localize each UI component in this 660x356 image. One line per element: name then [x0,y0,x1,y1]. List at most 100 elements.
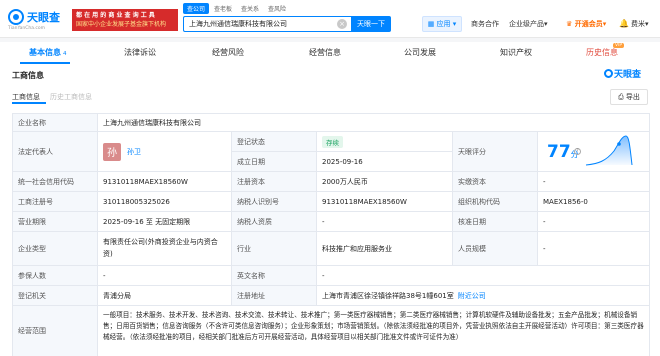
score-curve-area [586,136,632,165]
label-insured: 参保人数 [13,266,98,286]
crown-icon: ♛ [566,20,575,28]
logo-text: 天眼查 [27,11,60,24]
industry: 科技推广和应用服务业 [317,232,453,266]
tab-development[interactable]: 公司发展 [404,47,436,58]
vip-badge: VIP [613,43,625,48]
label-authority: 登记机关 [13,286,98,306]
registration-authority: 青浦分局 [98,286,232,306]
vip-label: 开通会员 [574,20,603,28]
en-name: - [317,266,650,286]
nearby-companies-link[interactable]: 附近公司 [458,291,486,301]
score-number: 77 [547,142,571,162]
apps-button[interactable]: ▦ 应用 ▾ [422,16,462,32]
label-company-type: 企业类型 [13,232,98,266]
label-legal-rep: 法定代表人 [13,132,98,172]
user-name: 费米 [631,20,645,28]
subtab-indicator [12,102,46,104]
org-code: MAEX1856-0 [538,192,650,212]
status-badge: 存续 [322,135,343,148]
chevron-down-icon: ▾ [645,20,649,28]
search-tab-relation[interactable]: 查关系 [237,3,263,14]
business-period: 2025-09-16 至 无固定期限 [98,212,232,232]
chevron-down-icon: ▾ [602,20,607,28]
logo-subtitle: TianYanCha.com [8,26,46,31]
label-industry: 行业 [232,232,317,266]
company-tabs: 基本信息 4 法律诉讼 经营风险 经营信息 公司发展 知识产权 历史信息 [0,42,660,64]
insured-count: - [98,266,232,286]
label-founded: 成立日期 [232,152,317,172]
promo-banner[interactable]: 都 在 用 的 商 业 查 询 工 具 国家中小企业发展子基金旗下机构 [72,9,178,31]
company-type: 有限责任公司(外商投资企业与内资合资) [98,232,232,266]
subtab-business-info[interactable]: 工商信息 [12,92,40,102]
credit-code: 91310118MAEX18560W [98,172,232,192]
registered-capital: 2000万人民币 [317,172,453,192]
reg-no: 310118005325026 [98,192,232,212]
tab-ip[interactable]: 知识产权 [500,47,532,58]
grid-icon: ▦ [427,20,435,28]
search-input[interactable]: 上海九州通信瑞康科技有限公司 [183,16,351,32]
founded-date: 2025-09-16 [317,152,453,172]
help-icon[interactable]: ? [574,148,581,155]
label-period: 营业期限 [13,212,98,232]
staff-size: - [538,232,650,266]
approve-date: - [538,212,650,232]
score-marker [617,142,621,146]
search-tab-boss[interactable]: 查老板 [210,3,236,14]
watermark-logo: 天眼查 [604,67,656,81]
tab-basic-info[interactable]: 基本信息 4 [29,47,67,58]
registered-address: 上海市青浦区徐泾镇徐祥路38号1幢601室 [322,291,454,300]
chevron-down-icon: ▾ [452,20,457,28]
apps-label: 应用 [436,20,451,28]
label-scope: 经营范围 [13,306,98,356]
user-menu[interactable]: 费米▾ [631,19,649,29]
company-name: 上海九州通信瑞康科技有限公司 [98,114,650,132]
tab-risk[interactable]: 经营风险 [212,47,244,58]
logo-eye-icon [8,9,24,25]
export-label: 导出 [625,93,640,101]
tab-legal[interactable]: 法律诉讼 [124,47,156,58]
promo-line-2: 国家中小企业发展子基金旗下机构 [76,21,167,28]
business-scope: 一般项目：技术服务、技术开发、技术咨询、技术交流、技术转让、技术推广；第一类医疗… [98,306,650,356]
nav-enterprise-products-label: 企业级产品 [509,20,544,28]
tab-history[interactable]: 历史信息 [586,47,618,58]
site-logo[interactable]: 天眼查 TianYanCha.com [8,9,66,31]
label-paid-capital: 实缴资本 [453,172,538,192]
label-staff-size: 人员规模 [453,232,538,266]
label-score: 天眼评分 [453,132,538,172]
nav-enterprise-products[interactable]: 企业级产品▾ [509,19,548,29]
label-company-name: 企业名称 [13,114,98,132]
chevron-down-icon: ▾ [544,20,548,28]
legal-rep-cell: 孙 孙卫 [98,132,232,172]
tab-count: 4 [63,51,67,57]
nav-business-cooperation[interactable]: 商务合作 [471,19,499,29]
search-tab-company[interactable]: 查公司 [183,3,210,14]
label-org-code: 组织机构代码 [453,192,538,212]
tab-operation[interactable]: 经营信息 [309,47,341,58]
subtab-history-business-info[interactable]: 历史工商信息 [50,92,92,102]
search-tab-risk[interactable]: 查风险 [264,3,290,14]
tab-label: 基本信息 [29,48,61,57]
label-taxpayer-qual: 纳税人资质 [232,212,317,232]
bell-icon[interactable]: 🔔 [619,19,629,28]
export-button[interactable]: ⎙ 导出 [610,89,648,105]
search-type-tabs: 查公司 查老板 查关系 查风险 [183,3,291,15]
legal-rep-name[interactable]: 孙卫 [127,147,141,157]
label-approve-date: 核准日期 [453,212,538,232]
label-address: 注册地址 [232,286,317,306]
score-distribution-graphic [585,135,633,166]
label-capital: 注册资本 [232,172,317,192]
clear-icon[interactable]: × [337,19,347,29]
address-cell: 上海市青浦区徐泾镇徐祥路38号1幢601室 附近公司 [317,286,650,306]
vip-button[interactable]: ♛ 开通会员▾ [566,19,606,29]
search-button[interactable]: 天眼一下 [351,16,391,32]
paid-capital: - [538,172,650,192]
promo-line-1: 都 在 用 的 商 业 查 询 工 具 [76,12,155,19]
label-reg-no: 工商注册号 [13,192,98,212]
section-title: 工商信息 [12,71,44,80]
label-status: 登记状态 [232,132,317,152]
logo-eye-icon [604,69,613,78]
taxpayer-id: 91310118MAEX18560W [317,192,453,212]
label-taxpayer-id: 纳税人识别号 [232,192,317,212]
watermark-text: 天眼查 [614,70,642,80]
avatar[interactable]: 孙 [103,142,121,161]
